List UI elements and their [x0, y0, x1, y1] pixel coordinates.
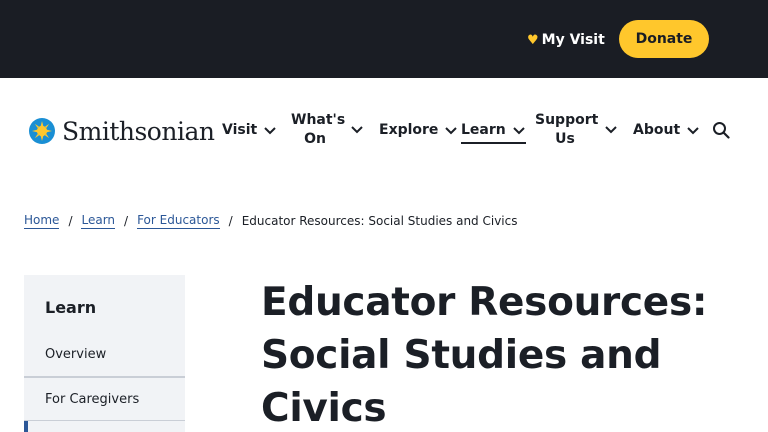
chevron-down-icon	[445, 126, 458, 134]
nav-item-explore[interactable]: Explore	[379, 121, 458, 140]
chevron-down-icon	[513, 126, 525, 134]
nav-item-about[interactable]: About	[633, 121, 700, 140]
sidebar-item-for-caregivers[interactable]: For Caregivers	[24, 377, 185, 421]
smithsonian-logo[interactable]: Smithsonian	[29, 115, 215, 147]
nav-item-label: What's On	[291, 112, 346, 147]
chevron-down-icon	[351, 126, 363, 134]
breadcrumb-separator: /	[228, 214, 233, 228]
nav-item-label: About	[633, 122, 681, 138]
sidebar-item-overview[interactable]: Overview	[24, 333, 185, 377]
chevron-down-icon	[264, 126, 276, 134]
my-visit-label: My Visit	[541, 32, 605, 48]
nav-item-label: Visit	[222, 122, 258, 138]
sidebar-title[interactable]: Learn	[45, 298, 96, 317]
heart-icon: ♥	[527, 32, 539, 48]
breadcrumb-current: Educator Resources: Social Studies and C…	[241, 214, 518, 228]
nav-item-whats-on[interactable]: What's On	[291, 111, 364, 149]
donate-button[interactable]: Donate	[619, 20, 709, 58]
nav-item-label: Support Us	[535, 112, 599, 147]
chevron-down-icon	[605, 126, 617, 134]
logo-wordmark: Smithsonian	[62, 116, 215, 146]
breadcrumb-link-home[interactable]: Home	[24, 213, 60, 229]
chevron-down-icon	[687, 126, 699, 134]
my-visit-link[interactable]: ♥ My Visit	[527, 30, 605, 50]
sidebar-active-marker	[24, 421, 28, 432]
page-title: Educator Resources: Social Studies and C…	[261, 280, 708, 431]
sun-icon	[29, 118, 55, 144]
breadcrumb: Home / Learn / For Educators / Educator …	[24, 213, 518, 229]
breadcrumb-link-learn[interactable]: Learn	[81, 213, 116, 229]
nav-item-support-us[interactable]: Support Us	[535, 111, 618, 149]
utility-bar: ♥ My Visit Donate	[0, 0, 768, 78]
breadcrumb-separator: /	[124, 214, 129, 228]
section-sidebar: Learn Overview For Caregivers	[24, 275, 185, 432]
nav-item-label: Explore	[379, 122, 439, 138]
nav-item-learn-underline: Learn	[461, 121, 526, 144]
nav-item-label: Learn	[461, 122, 506, 138]
nav-item-visit[interactable]: Visit	[222, 121, 277, 140]
sidebar-item-label: For Caregivers	[45, 391, 140, 407]
breadcrumb-separator: /	[68, 214, 73, 228]
search-icon[interactable]	[712, 121, 730, 139]
nav-item-learn[interactable]: Learn	[461, 121, 526, 144]
breadcrumb-link-for-educators[interactable]: For Educators	[137, 213, 220, 229]
sidebar-item-label: Overview	[45, 347, 107, 362]
